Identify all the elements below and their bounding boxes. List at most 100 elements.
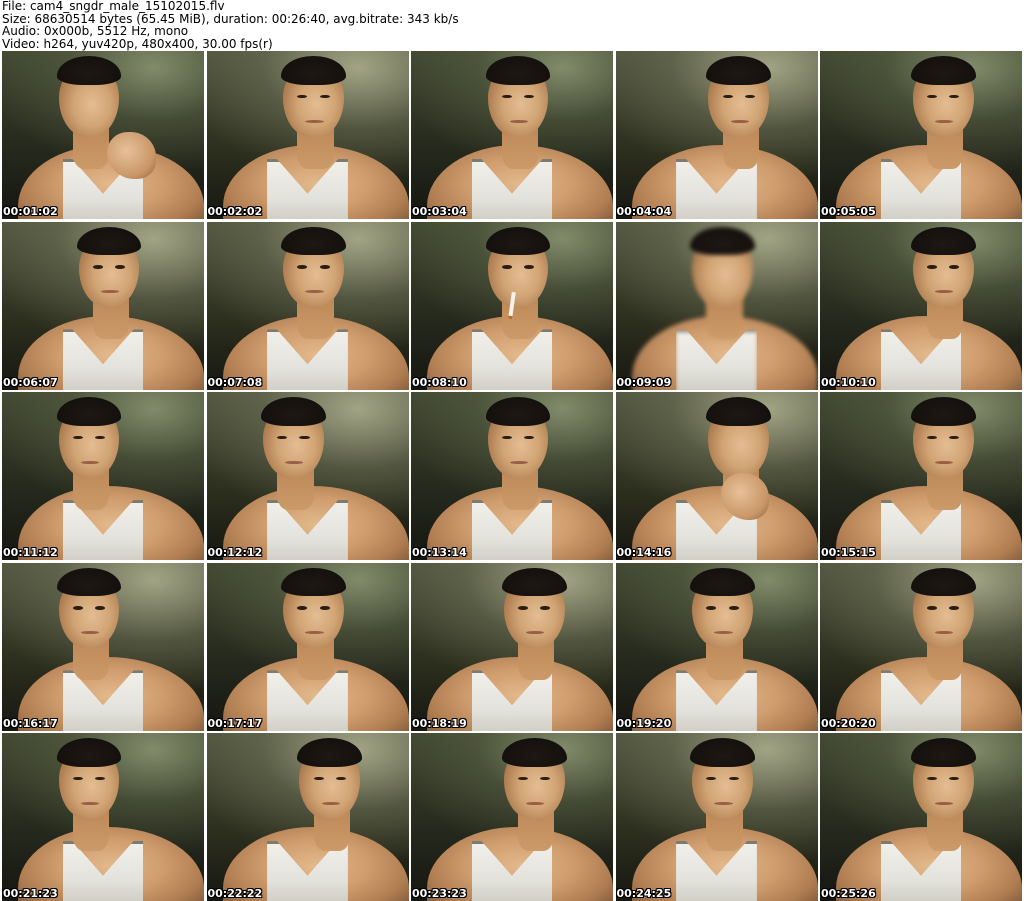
thumbnail-timestamp: 00:19:20 (616, 716, 672, 730)
thumbnail-timestamp: 00:11:12 (3, 546, 58, 559)
video-thumbnail: 00:15:15 (820, 392, 1022, 560)
video-thumbnail: 00:10:10 (820, 221, 1022, 390)
video-info-line: Video: h264, yuv420p, 480x400, 30.00 fps… (2, 36, 273, 51)
video-thumbnail: 00:19:20 (615, 562, 818, 731)
video-thumbnail: 00:22:22 (206, 733, 409, 901)
figure-mouth (526, 801, 545, 805)
thumbnail-timestamp: 00:09:09 (616, 375, 672, 389)
thumbnail-timestamp: 00:25:26 (821, 887, 876, 900)
thumbnail-timestamp: 00:07:08 (207, 375, 263, 389)
thumbnail-timestamp: 00:03:04 (412, 205, 467, 218)
figure-hair (56, 738, 122, 767)
video-thumbnail: 00:07:08 (206, 221, 409, 390)
figure-hair (485, 397, 551, 426)
thumbnail-timestamp: 00:13:14 (412, 546, 467, 559)
figure-mouth (321, 801, 340, 805)
figure-hair (261, 397, 326, 426)
figure-eye (949, 265, 960, 269)
figure-hair (281, 567, 346, 597)
video-thumbnail: 00:03:04 (411, 51, 613, 219)
figure-eye (927, 265, 938, 269)
video-thumbnail: 00:21:23 (2, 733, 204, 901)
video-thumbnail: 00:24:25 (615, 733, 818, 901)
figure-hair (501, 567, 567, 597)
thumbnail-timestamp: 00:05:05 (821, 205, 876, 218)
figure-mouth (80, 801, 99, 805)
video-thumbnail: 00:02:02 (206, 51, 409, 219)
video-thumbnail: 00:06:07 (2, 221, 204, 390)
figure-hair (501, 738, 567, 767)
figure-mouth (935, 460, 954, 464)
figure-eye (319, 265, 330, 269)
thumbnail-timestamp: 00:24:25 (616, 887, 672, 900)
thumbnail-timestamp: 00:20:20 (821, 716, 876, 730)
figure-eye (540, 606, 551, 610)
figure-hair (910, 397, 976, 426)
thumbnail-timestamp: 00:14:16 (616, 546, 672, 559)
figure-hair (56, 56, 122, 85)
figure-eye (524, 265, 535, 269)
figure-eye (728, 606, 739, 610)
figure-eye (115, 265, 126, 269)
thumbnail-timestamp: 00:01:02 (3, 205, 58, 218)
figure-mouth (80, 460, 99, 464)
figure-mouth (714, 801, 733, 805)
figure-eye (501, 265, 512, 269)
figure-eye (319, 606, 330, 610)
figure-hair (76, 226, 142, 256)
figure-hair (690, 738, 755, 767)
video-thumbnail: 00:05:05 (820, 51, 1022, 219)
file-name-line: File: cam4_sngdr_male_15102015.flv (2, 0, 225, 13)
figure-eye (518, 606, 529, 610)
file-info-header: File: cam4_sngdr_male_15102015.flv Size:… (2, 0, 1022, 50)
figure-hair (281, 56, 346, 85)
video-thumbnail: 00:11:12 (2, 392, 204, 560)
figure-hair (297, 738, 363, 767)
video-thumbnail: 00:12:12 (206, 392, 409, 560)
figure-hair (690, 226, 755, 256)
thumbnail-timestamp: 00:18:19 (412, 716, 467, 730)
video-thumbnail: 00:23:23 (411, 733, 613, 901)
thumbnail-timestamp: 00:04:04 (616, 205, 672, 218)
thumbnail-timestamp: 00:21:23 (3, 887, 58, 900)
figure-hair (706, 56, 772, 85)
figure-eye (72, 606, 83, 610)
video-thumbnail: 00:25:26 (820, 733, 1022, 901)
video-thumbnail: 00:18:19 (411, 562, 613, 731)
thumbnail-timestamp: 00:06:07 (3, 375, 58, 389)
thumbnail-timestamp: 00:17:17 (207, 716, 263, 730)
video-thumbnail: 00:16:17 (2, 562, 204, 731)
figure-eye (949, 606, 960, 610)
figure-hair (485, 56, 551, 85)
figure-hair (910, 738, 976, 767)
thumbnail-timestamp: 00:08:10 (412, 375, 467, 389)
video-thumbnail: 00:08:10 (411, 221, 613, 390)
thumbnail-timestamp: 00:23:23 (412, 887, 467, 900)
thumbnail-timestamp: 00:22:22 (207, 887, 263, 900)
video-thumbnail: 00:20:20 (820, 562, 1022, 731)
figure-mouth (509, 119, 529, 123)
figure-eye (927, 606, 938, 610)
figure-hair (281, 226, 346, 256)
audio-info-line: Audio: 0x000b, 5512 Hz, mono (2, 24, 189, 38)
thumbnail-timestamp: 00:12:12 (207, 546, 263, 559)
figure-hair (910, 567, 976, 597)
video-thumbnail: 00:17:17 (206, 562, 409, 731)
video-thumbnail: 00:04:04 (615, 51, 818, 219)
figure-mouth (509, 460, 529, 464)
figure-mouth (305, 119, 324, 123)
thumbnail-timestamp: 00:10:10 (821, 375, 876, 389)
figure-mouth (935, 119, 954, 123)
thumbnail-timestamp: 00:16:17 (3, 716, 58, 730)
figure-eye (94, 606, 105, 610)
video-thumbnail: 00:14:16 (615, 392, 818, 560)
figure-mouth (730, 119, 749, 123)
thumbnail-grid: 00:01:02 00:02:02 00:03:04 00:04:04 00:0… (2, 51, 1022, 901)
figure-mouth (285, 460, 304, 464)
figure-hair (485, 226, 551, 256)
figure-hair (56, 397, 122, 426)
figure-hair (706, 397, 772, 426)
video-thumbnail: 00:09:09 (615, 221, 818, 390)
thumbnail-timestamp: 00:15:15 (821, 546, 876, 559)
figure-hair (56, 567, 122, 597)
